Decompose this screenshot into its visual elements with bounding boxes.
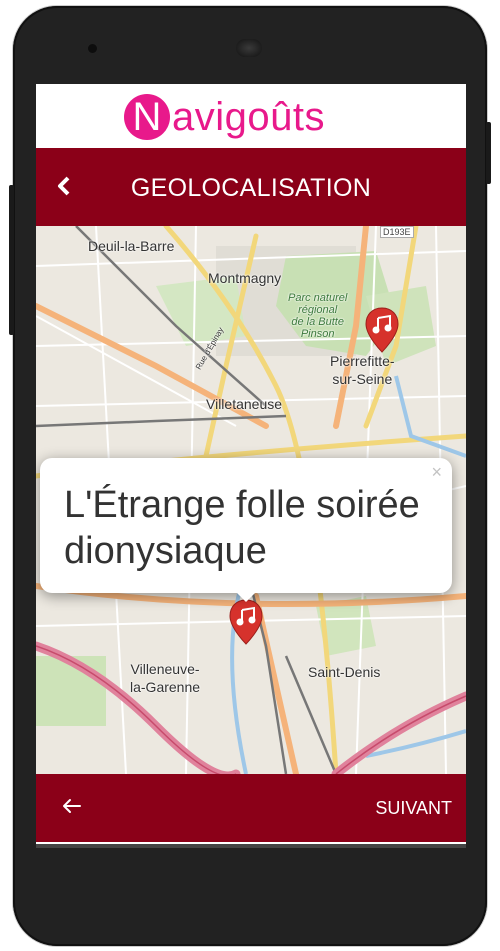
map-marker[interactable] xyxy=(364,306,400,354)
front-sensor xyxy=(88,44,97,53)
logo-initial: N xyxy=(124,94,170,140)
previous-button[interactable] xyxy=(58,792,88,822)
popup-event-title: L'Étrange folle soirée dionysiaque xyxy=(64,484,420,572)
parc-line-1: Parc naturel xyxy=(288,292,348,304)
volume-button xyxy=(486,122,491,184)
map-label-parc: Parc naturel régional de la Butte Pinson xyxy=(288,292,347,340)
map-view[interactable]: Deuil-la-Barre Montmagny Parc naturel ré… xyxy=(36,226,466,774)
music-note-icon xyxy=(229,599,263,645)
app-screen: N avigoûts GEOLOCALISATION Deuil-la-Barr… xyxy=(36,84,466,844)
bottom-nav: SUIVANT xyxy=(36,774,466,842)
pierrefitte-line-2: sur-Seine xyxy=(332,371,393,387)
map-label-villeneuve: Villeneuve- la-Garenne xyxy=(130,660,200,696)
arrow-left-icon xyxy=(63,799,81,813)
villeneuve-line-2: la-Garenne xyxy=(130,679,201,695)
music-note-icon xyxy=(365,307,399,353)
logo-text: avigoûts xyxy=(172,94,325,139)
map-label-montmagny: Montmagny xyxy=(208,270,282,286)
map-label-villetaneuse: Villetaneuse xyxy=(206,396,283,412)
map-label-d193e: D193E xyxy=(380,226,414,238)
popup-close-button[interactable]: × xyxy=(431,462,442,483)
page-header: GEOLOCALISATION xyxy=(36,148,466,226)
popup-tip xyxy=(236,592,256,602)
marker-popup: × L'Étrange folle soirée dionysiaque xyxy=(40,458,452,602)
earpiece-speaker xyxy=(236,39,262,57)
screen-bottom-edge xyxy=(36,844,466,848)
map-marker-active[interactable] xyxy=(228,598,264,646)
logo-bar: N avigoûts xyxy=(36,84,466,148)
parc-line-2: régional xyxy=(298,304,338,316)
power-button xyxy=(9,185,14,335)
villeneuve-line-1: Villeneuve- xyxy=(130,661,200,677)
map-label-deuil: Deuil-la-Barre xyxy=(88,238,175,254)
map-label-saint-denis: Saint-Denis xyxy=(308,664,381,680)
next-button[interactable]: SUIVANT xyxy=(375,798,452,819)
navigouts-logo: N avigoûts xyxy=(124,90,325,144)
parc-line-3: de la Butte xyxy=(291,316,344,328)
parc-line-4: Pinson xyxy=(300,328,335,340)
map-label-pierrefitte: Pierrefitte- sur-Seine xyxy=(330,352,395,388)
page-title: GEOLOCALISATION xyxy=(130,174,372,202)
pierrefitte-line-1: Pierrefitte- xyxy=(330,353,395,369)
